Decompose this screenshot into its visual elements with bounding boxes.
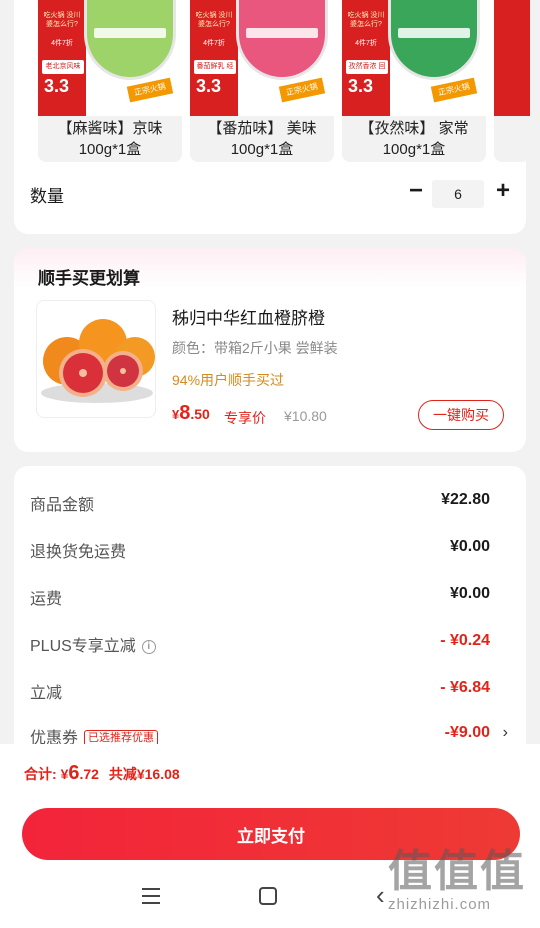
summary-row-instant-discount: 立减 - ¥6.84 xyxy=(14,679,526,703)
summary-label: PLUS专享立减 i xyxy=(30,632,156,656)
promo-badge: 4件7折 xyxy=(203,40,225,47)
summary-row-plus-discount[interactable]: PLUS专享立减 i - ¥0.24 xyxy=(14,632,526,656)
summary-row-shipping: 运费 ¥0.00 xyxy=(14,585,526,609)
flavor-item-sesame[interactable]: 吃火锅 没川婆怎么行? 4件7折 老北京风味 传统地道 3.3 正宗火锅 【麻酱… xyxy=(38,0,182,162)
promo-sub: 番茄鲜乳 经典30年 xyxy=(194,60,236,84)
recommend-title: 顺手买更划算 xyxy=(38,269,140,288)
total-line: 合计: ¥6.72 共减¥16.08 xyxy=(24,762,180,785)
recommend-product-name[interactable]: 秭归中华红血橙脐橙 xyxy=(172,304,325,329)
summary-label: 立减 xyxy=(30,685,63,702)
chevron-right-icon[interactable]: › xyxy=(503,724,508,742)
quantity-input[interactable] xyxy=(432,180,484,208)
promo-sub: 孜然香浓 回味悠长 xyxy=(346,60,388,84)
summary-row-goods-amount: 商品金额 ¥22.80 xyxy=(14,491,526,515)
promo-price: 3.3 xyxy=(348,76,374,96)
back-icon[interactable]: ‹ xyxy=(376,880,385,911)
summary-row-return-shipping: 退换货免运费 ¥0.00 xyxy=(14,538,526,562)
quick-buy-button[interactable]: 一键购买 xyxy=(418,400,504,430)
total-integer: 6 xyxy=(68,762,80,784)
quantity-label: 数量 xyxy=(30,187,64,206)
promo-stamp: 正宗火锅 xyxy=(126,77,174,103)
promo-top-text: 吃火锅 没川婆怎么行? xyxy=(347,12,385,28)
pay-now-button[interactable]: 立即支付 xyxy=(22,808,520,860)
summary-value: -¥9.00 xyxy=(444,724,490,741)
promo-top-text: 吃火锅 没川婆怎么行? xyxy=(195,12,233,28)
promo-top-text: 吃火锅 没川婆怎么行? xyxy=(43,12,81,28)
product-image: 吃火锅 没川婆怎么行? 4件7折 孜然香浓 回味悠长 3.3 正宗火锅 xyxy=(342,0,486,116)
total-label: 合计: xyxy=(24,766,57,782)
summary-label: 商品金额 xyxy=(30,497,95,514)
summary-value: - ¥0.24 xyxy=(440,632,490,649)
summary-label: 运费 xyxy=(30,591,63,608)
promo-price: 3.3 xyxy=(44,76,70,96)
price-integer: 8 xyxy=(179,402,191,424)
original-price: ¥10.80 xyxy=(284,408,327,424)
promo-sub: 老北京风味 传统地道 xyxy=(42,60,84,84)
product-image: 吃火锅 没川婆怎么行? 4件7折 老北京风味 传统地道 3.3 正宗火锅 xyxy=(38,0,182,116)
info-icon[interactable]: i xyxy=(141,640,156,654)
checkout-bar: 合计: ¥6.72 共减¥16.08 立即支付 ‹ xyxy=(0,744,540,928)
summary-label: 退换货免运费 xyxy=(30,544,127,561)
recommend-card: 顺手买更划算 秭归中华红血橙脐橙 颜色：带箱2斤小果 尝鲜装 94%用户顺手买过… xyxy=(14,248,526,452)
product-image xyxy=(494,0,530,116)
total-decimal: .72 xyxy=(79,766,99,782)
quantity-minus-button[interactable]: − xyxy=(406,179,426,204)
price-summary-card: 商品金额 ¥22.80 退换货免运费 ¥0.00 运费 ¥0.00 PLUS专享… xyxy=(14,466,526,766)
home-icon[interactable] xyxy=(259,887,277,905)
promo-stamp: 正宗火锅 xyxy=(430,77,478,103)
system-nav-bar: ‹ xyxy=(0,878,540,918)
flavor-name: 【番茄味】 美味100g*1盒 xyxy=(190,116,334,162)
summary-value: - ¥6.84 xyxy=(440,679,490,696)
recent-apps-icon[interactable] xyxy=(142,888,160,909)
flavor-item-cumin[interactable]: 吃火锅 没川婆怎么行? 4件7折 孜然香浓 回味悠长 3.3 正宗火锅 【孜然味… xyxy=(342,0,486,162)
quantity-plus-button[interactable]: + xyxy=(492,179,514,204)
product-card: 吃火锅 没川婆怎么行? 4件7折 老北京风味 传统地道 3.3 正宗火锅 【麻酱… xyxy=(14,0,530,234)
price-decimal: .50 xyxy=(190,406,210,422)
orange-product-image[interactable] xyxy=(36,300,156,418)
promo-badge: 4件7折 xyxy=(355,40,377,47)
flavor-name xyxy=(494,116,530,162)
recommend-price: ¥8.50 xyxy=(172,402,210,425)
promo-stamp: 正宗火锅 xyxy=(278,77,326,103)
total-saved: 共减¥16.08 xyxy=(108,766,180,782)
summary-value: ¥0.00 xyxy=(449,538,490,555)
flavor-item-partial[interactable] xyxy=(494,0,530,162)
plus-discount-label: PLUS专享立减 xyxy=(30,638,136,655)
recommend-spec: 颜色：带箱2斤小果 尝鲜装 xyxy=(172,340,338,356)
summary-value: ¥0.00 xyxy=(449,585,490,602)
summary-value: ¥22.80 xyxy=(441,491,490,508)
product-image: 吃火锅 没川婆怎么行? 4件7折 番茄鲜乳 经典30年 3.3 正宗火锅 xyxy=(190,0,334,116)
flavor-name: 【孜然味】 家常100g*1盒 xyxy=(342,116,486,162)
promo-badge: 4件7折 xyxy=(51,40,73,47)
flavor-item-tomato[interactable]: 吃火锅 没川婆怎么行? 4件7折 番茄鲜乳 经典30年 3.3 正宗火锅 【番茄… xyxy=(190,0,334,162)
flavor-name: 【麻酱味】京味100g*1盒 xyxy=(38,116,182,162)
exclusive-price-tag: 专享价 xyxy=(224,410,266,426)
promo-price: 3.3 xyxy=(196,76,222,96)
recommend-bought-percent: 94%用户顺手买过 xyxy=(172,372,285,388)
